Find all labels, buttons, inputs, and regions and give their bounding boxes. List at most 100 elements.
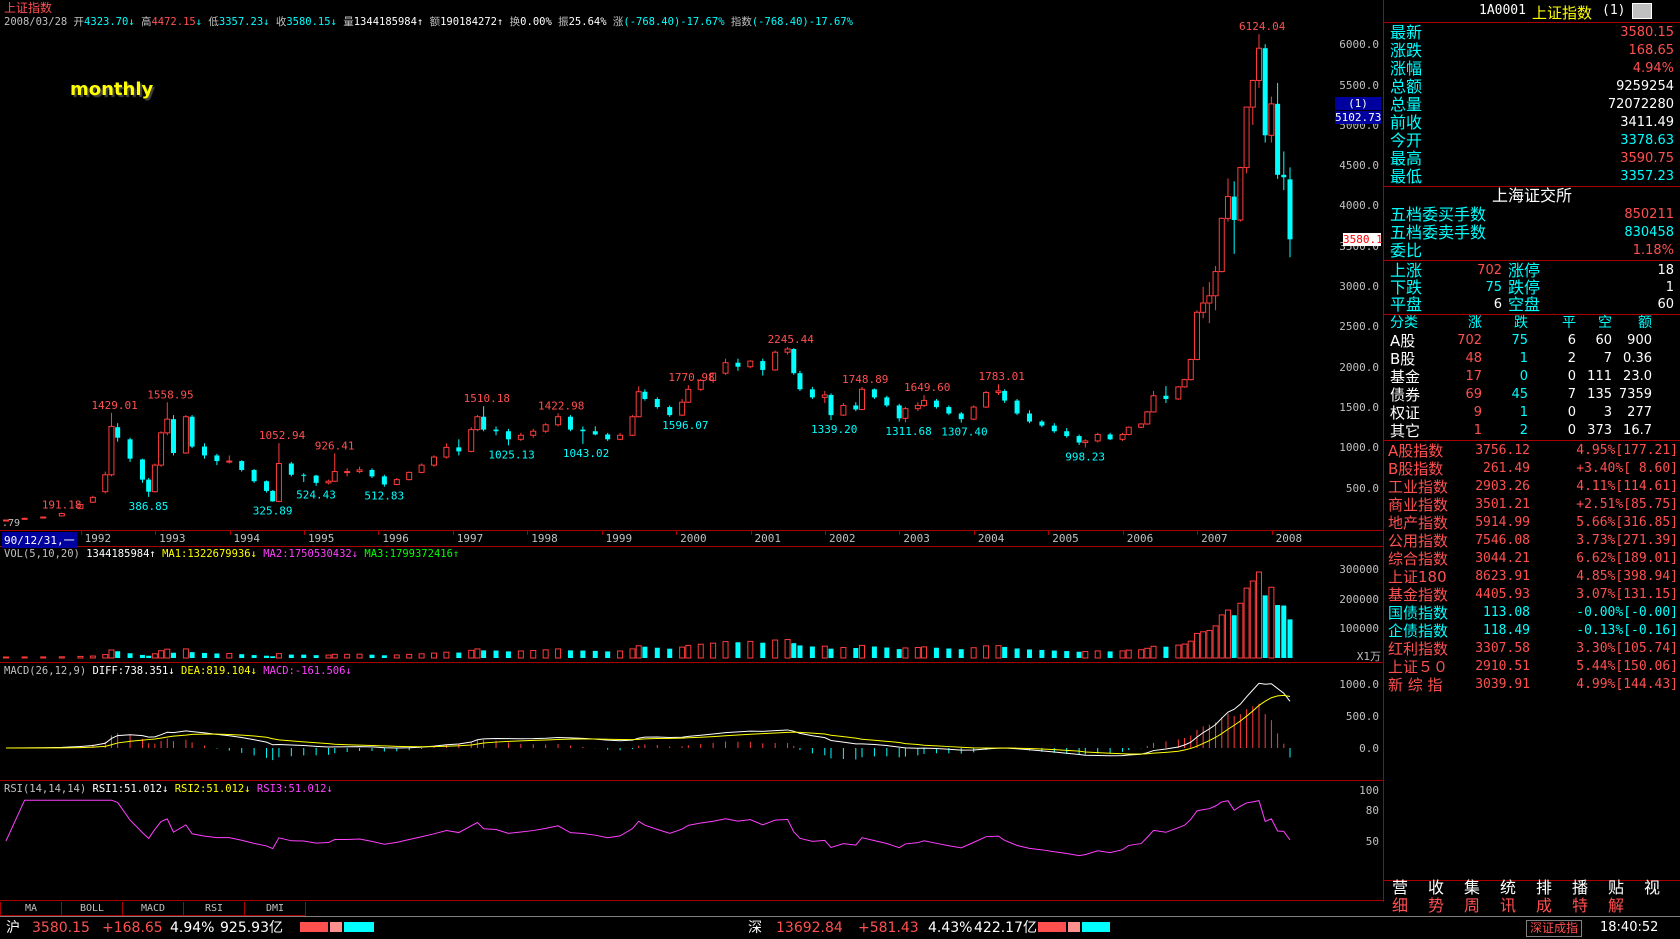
candle-body <box>21 517 28 520</box>
volume-bar <box>567 650 573 658</box>
function-button[interactable]: 特 <box>1566 896 1594 916</box>
function-button[interactable]: 细 <box>1386 896 1414 916</box>
candle <box>381 474 387 487</box>
quote-row: 最新 3580.15 <box>1384 24 1680 42</box>
function-button[interactable]: 排 <box>1530 878 1558 898</box>
candle <box>1144 411 1151 425</box>
candle <box>1200 286 1207 319</box>
candle <box>1026 410 1032 424</box>
candle-body <box>58 512 65 517</box>
category-row: B股 48 1 2 7 0.36 <box>1384 350 1680 368</box>
volume-bar <box>443 651 450 659</box>
index-name: 工业指数 <box>1388 478 1449 496</box>
candle <box>139 458 145 483</box>
chart-area[interactable]: 上证指数 2008/03/28 开4323.70↓ 高4472.15↓ 低335… <box>0 0 1410 902</box>
function-button[interactable]: 统 <box>1494 878 1522 898</box>
ticker-scroll[interactable]: 深证成指 <box>1526 920 1583 937</box>
index-row[interactable]: 商业指数 3501.21 +2.51%[85.75] <box>1384 496 1680 514</box>
index-change: 3.73%[271.39] <box>1576 533 1678 548</box>
function-button[interactable]: 集 <box>1458 878 1486 898</box>
candle-body <box>1082 440 1089 444</box>
index-row[interactable]: 新 综 指 3039.91 4.99%[144.43] <box>1384 676 1680 694</box>
candle-body <box>772 351 779 371</box>
order-row: 五档委买手数 850211 <box>1384 206 1680 224</box>
index-row[interactable]: 红利指数 3307.58 3.30%[105.74] <box>1384 640 1680 658</box>
function-button[interactable]: 播 <box>1566 878 1594 898</box>
candle-body <box>983 392 990 408</box>
index-name: 国债指数 <box>1388 604 1449 622</box>
index-row[interactable]: 上证180 8623.91 4.85%[398.94] <box>1384 568 1680 586</box>
function-button[interactable]: 营 <box>1386 878 1414 898</box>
index-row[interactable]: 国债指数 113.08 -0.00%[-0.00] <box>1384 604 1680 622</box>
index-row[interactable]: 地产指数 5914.99 5.66%[316.85] <box>1384 514 1680 532</box>
volume-bar <box>1039 649 1045 658</box>
volume-bar <box>1181 643 1188 659</box>
volume-bar <box>853 648 859 658</box>
candle <box>871 388 877 399</box>
index-name: 公用指数 <box>1388 532 1449 550</box>
index-row[interactable]: 基金指数 4405.93 3.07%[131.15] <box>1384 586 1680 604</box>
volume-bar <box>697 643 704 659</box>
volume-bar <box>89 655 96 659</box>
candle-body <box>679 401 686 416</box>
index-row[interactable]: 工业指数 2903.26 4.11%[114.61] <box>1384 478 1680 496</box>
volume-bar <box>542 649 549 659</box>
candle <box>555 413 562 427</box>
function-button[interactable]: 势 <box>1422 896 1450 916</box>
candle-body <box>1243 106 1250 169</box>
index-row[interactable]: 公用指数 7546.08 3.73%[271.39] <box>1384 532 1680 550</box>
category-cell: 2 <box>1567 351 1576 366</box>
category-cell: 135 <box>1587 387 1612 402</box>
tab-ma[interactable]: MA <box>0 902 62 916</box>
year-label: 2006 <box>1126 532 1154 545</box>
price-annotation: 325.89 <box>253 505 293 518</box>
function-button[interactable]: 成 <box>1530 896 1558 916</box>
sz-up-bar <box>1038 922 1066 932</box>
panel-toggle-icon[interactable] <box>1632 3 1652 19</box>
volume-bar <box>146 655 152 658</box>
quote-row-label: 涨跌 <box>1390 41 1423 60</box>
tab-boll[interactable]: BOLL <box>61 902 123 916</box>
function-button[interactable]: 解 <box>1602 896 1630 916</box>
candle <box>115 423 121 442</box>
function-button[interactable]: 视 <box>1638 878 1666 898</box>
volume-bar <box>226 652 233 659</box>
price-chart[interactable]: 191.181429.01386.851558.951052.94325.895… <box>0 0 1383 530</box>
index-row[interactable]: 综合指数 3044.21 6.62%[189.01] <box>1384 550 1680 568</box>
quote-row: 最高 3590.75 <box>1384 150 1680 168</box>
year-tick <box>973 531 975 535</box>
candle-body <box>1187 358 1194 381</box>
volume-bar <box>393 654 400 659</box>
function-button[interactable]: 周 <box>1458 896 1486 916</box>
index-row[interactable]: B股指数 261.49 +3.40%[ 8.60] <box>1384 460 1680 478</box>
index-change: 6.62%[189.01] <box>1576 551 1678 566</box>
index-row[interactable]: 企债指数 118.49 -0.13%[-0.16] <box>1384 622 1680 640</box>
tab-rsi[interactable]: RSI <box>183 902 245 916</box>
tab-dmi[interactable]: DMI <box>244 902 306 916</box>
candle <box>592 426 598 436</box>
volume-bar <box>214 653 220 658</box>
candle-body <box>481 416 487 430</box>
tab-macd[interactable]: MACD <box>122 902 184 916</box>
macd-chart[interactable] <box>0 662 1383 780</box>
quote-row-label: 最低 <box>1390 167 1423 186</box>
function-button[interactable]: 讯 <box>1494 896 1522 916</box>
sz-down-bar <box>1082 922 1110 932</box>
rsi-chart[interactable] <box>0 780 1383 900</box>
function-button[interactable]: 收 <box>1422 878 1450 898</box>
candle-body <box>369 469 375 477</box>
candle-body <box>158 432 165 466</box>
candle-body <box>1138 423 1145 428</box>
index-row[interactable]: A股指数 3756.12 4.95%[177.21] <box>1384 442 1680 460</box>
candle <box>1249 79 1256 125</box>
year-tick <box>229 531 231 535</box>
category-cell: 权证 <box>1390 404 1421 422</box>
index-row[interactable]: 上证５０ 2910.51 5.44%[150.06] <box>1384 658 1680 676</box>
candle <box>493 426 499 436</box>
clock: 18:40:52 <box>1600 920 1659 935</box>
volume-chart[interactable] <box>0 546 1383 662</box>
category-cell: 75 <box>1511 333 1528 348</box>
function-button[interactable]: 贴 <box>1602 878 1630 898</box>
volume-bar <box>902 647 909 659</box>
volume-bar <box>251 655 257 658</box>
